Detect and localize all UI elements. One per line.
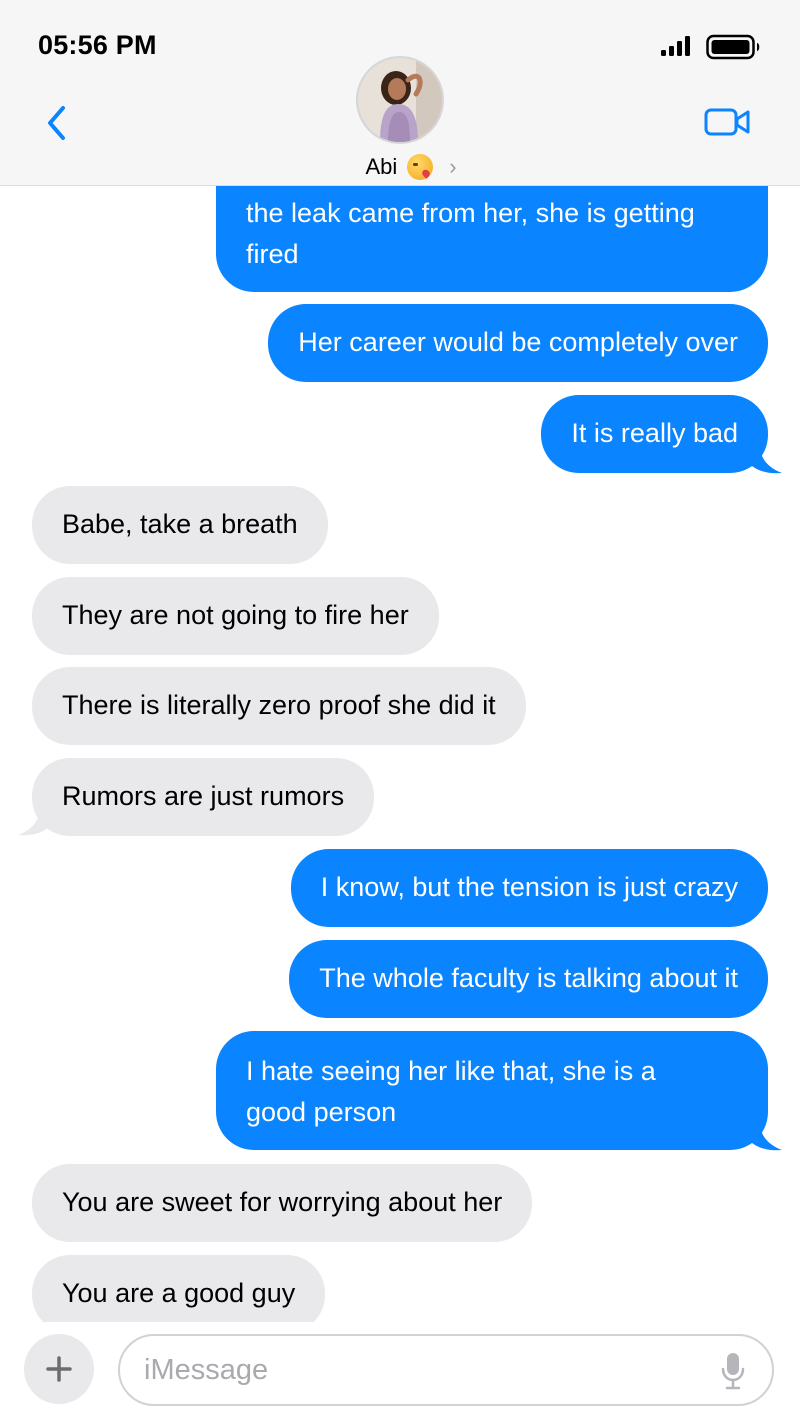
message-bubble-received[interactable]: Rumors are just rumors: [32, 758, 375, 836]
message-text: Rumors are just rumors: [62, 781, 345, 811]
message-text: I know, but the tension is just crazy: [320, 872, 738, 902]
message-bubble-sent[interactable]: It is really bad: [541, 395, 768, 473]
avatar-photo: [358, 58, 442, 142]
message-text: good person: [246, 1097, 397, 1127]
message-input-container: [118, 1334, 774, 1406]
message-text: You are a good guy: [62, 1278, 296, 1308]
message-text: the leak came from her, she is getting: [246, 198, 695, 228]
bubble-tail-sent: [752, 1123, 782, 1151]
bubble-tail-received: [18, 808, 48, 836]
back-button[interactable]: [38, 102, 74, 144]
battery-icon: [706, 34, 760, 60]
signal-bars-icon: [661, 36, 690, 56]
video-camera-icon[interactable]: [704, 106, 750, 138]
message-bubble-sent[interactable]: Her career would be completely over: [268, 304, 768, 382]
message-text: You are sweet for worrying about her: [62, 1187, 503, 1217]
chevron-left-icon: [48, 106, 65, 140]
contact-name: Abi: [365, 154, 398, 179]
message-bubble-sent[interactable]: I hate seeing her like that, she is a go…: [216, 1031, 768, 1150]
message-input[interactable]: [144, 1336, 704, 1404]
message-text: It is really bad: [571, 418, 738, 448]
microphone-icon[interactable]: [720, 1352, 746, 1390]
message-bubble-sent[interactable]: The whole faculty is talking about it: [289, 940, 768, 1018]
message-text: I hate seeing her like that, she is a: [246, 1056, 656, 1086]
contact-name-button[interactable]: Abi ›: [0, 154, 800, 180]
message-bubble-received[interactable]: Babe, take a breath: [32, 486, 328, 564]
message-bubble-sent[interactable]: I know, but the tension is just crazy: [290, 849, 768, 927]
message-bubble-sent[interactable]: the leak came from her, she is getting f…: [216, 170, 768, 292]
message-text: The whole faculty is talking about it: [319, 963, 738, 993]
message-list: the leak came from her, she is getting f…: [0, 0, 800, 1422]
message-text: They are not going to fire her: [62, 600, 409, 630]
message-text: Babe, take a breath: [62, 509, 298, 539]
plus-icon: [46, 1356, 72, 1382]
message-bubble-received[interactable]: You are sweet for worrying about her: [32, 1164, 533, 1242]
status-time: 05:56 PM: [38, 30, 157, 60]
message-bubble-received[interactable]: They are not going to fire her: [32, 577, 439, 655]
composer-bar: [0, 1322, 800, 1422]
kissing-face-emoji-icon: [407, 154, 434, 180]
messages-screen: the leak came from her, she is getting f…: [0, 0, 800, 1422]
message-bubble-received[interactable]: There is literally zero proof she did it: [32, 667, 526, 745]
contact-avatar[interactable]: [356, 56, 444, 144]
message-text: fired: [246, 239, 299, 269]
message-text: There is literally zero proof she did it: [62, 690, 496, 720]
chevron-right-icon: ›: [449, 154, 457, 179]
add-button[interactable]: [24, 1334, 94, 1404]
bubble-tail-sent: [752, 446, 782, 474]
conversation-header: 05:56 PM Abi ›: [0, 0, 800, 186]
message-text: Her career would be completely over: [298, 327, 738, 357]
